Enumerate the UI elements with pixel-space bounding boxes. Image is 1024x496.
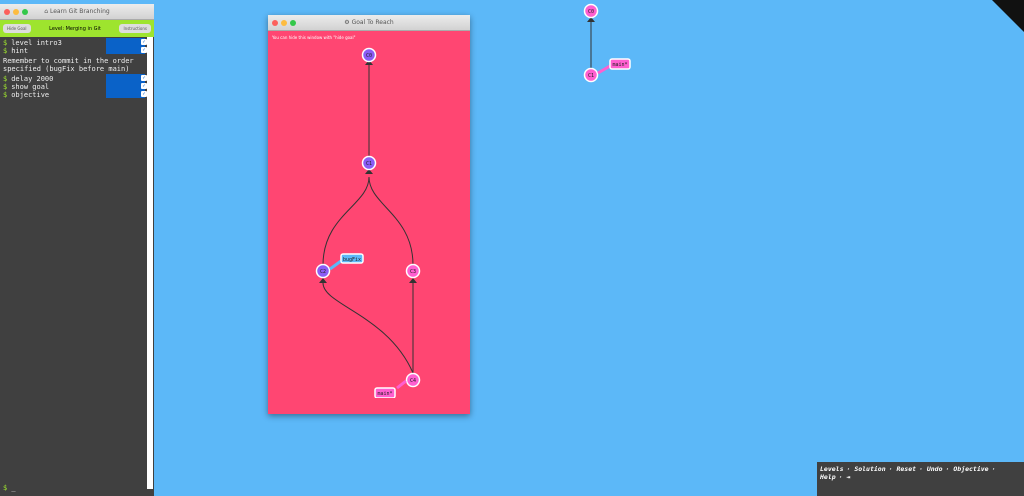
undo-link[interactable]: Undo — [927, 465, 943, 473]
commit-node-c1[interactable]: C1 — [583, 67, 599, 83]
svg-text:C1: C1 — [366, 161, 372, 167]
branch-main[interactable]: main* — [597, 58, 631, 75]
window-titlebar: ⌂ Learn Git Branching — [0, 4, 154, 20]
commit-node-c0[interactable]: C0 — [583, 3, 599, 19]
svg-text:C2: C2 — [320, 269, 326, 275]
terminal-command: $ delay 2000 ✓ — [3, 75, 147, 83]
instructions-button[interactable]: Instructions — [119, 24, 151, 33]
svg-text:bugFix: bugFix — [343, 257, 361, 263]
window-title: Learn Git Branching — [50, 8, 110, 15]
bottom-menu: Levels · Solution · Reset · Undo · Objective… — [817, 462, 1024, 496]
branch-main: main* — [374, 379, 407, 398]
commit-node-c4: C4 — [405, 372, 421, 388]
scrollbar[interactable] — [147, 37, 153, 489]
maximize-dot[interactable] — [22, 9, 28, 15]
svg-text:C1: C1 — [588, 73, 594, 79]
exit-icon[interactable]: ⇥ — [846, 473, 850, 481]
commit-node-c0: C0 — [361, 47, 377, 63]
hide-goal-button[interactable]: Hide Goal — [3, 24, 31, 33]
svg-text:C0: C0 — [588, 9, 594, 15]
levels-link[interactable]: Levels — [820, 465, 843, 473]
close-dot[interactable] — [4, 9, 10, 15]
goal-window: ⚙ Goal To Reach You can hide this window… — [268, 15, 470, 414]
github-corner[interactable] — [992, 0, 1024, 32]
branch-bugfix: bugFix — [329, 253, 364, 271]
svg-text:C3: C3 — [410, 269, 416, 275]
terminal-command: $ level intro3 ✓ — [3, 39, 147, 47]
commit-node-c3: C3 — [405, 263, 421, 279]
reset-link[interactable]: Reset — [896, 465, 916, 473]
main-git-tree: C0 C1 main* — [583, 3, 631, 83]
level-label: Level: Merging in Git — [49, 25, 101, 32]
minimize-dot[interactable] — [13, 9, 19, 15]
terminal-command: $ hint ✓ — [3, 47, 147, 55]
terminal-command: $ show goal ✓ — [3, 83, 147, 91]
svg-text:C0: C0 — [366, 53, 372, 59]
svg-text:C4: C4 — [410, 378, 416, 384]
terminal-output: $ level intro3 ✓ $ hint ✓ Remember to commit… — [0, 37, 154, 101]
command-input[interactable]: $ _ — [0, 482, 19, 494]
goal-tree: C0 C1 C2 C3 C4 bugFix main* — [315, 47, 421, 398]
help-link[interactable]: Help — [820, 473, 836, 481]
terminal-message: Remember to commit in the order specifie… — [3, 57, 134, 73]
solution-link[interactable]: Solution — [854, 465, 885, 473]
terminal-window: ⌂ Learn Git Branching Hide Goal Level: M… — [0, 4, 154, 496]
commit-node-c1: C1 — [361, 155, 377, 171]
commit-node-c2: C2 — [315, 263, 331, 279]
terminal-command: $ objective ✓ — [3, 91, 147, 99]
objective-link[interactable]: Objective — [953, 465, 988, 473]
svg-text:main*: main* — [612, 62, 627, 68]
svg-text:main*: main* — [377, 391, 392, 397]
